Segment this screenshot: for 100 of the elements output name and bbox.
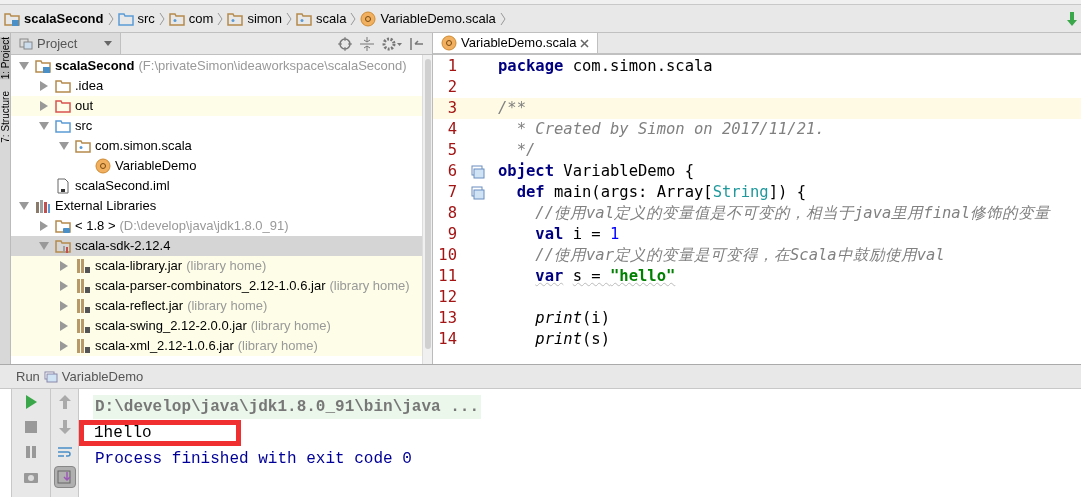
scrollbar-thumb[interactable]: [424, 59, 431, 349]
code-line: print(s): [534, 328, 610, 350]
tree-item-label: scala-parser-combinators_2.12-1.0.6.jar: [95, 277, 326, 296]
tree-item-hint: (F:\privateSimon\ideaworkspace\scalaSecond): [138, 57, 407, 76]
tree-item[interactable]: scala-xml_2.12-1.0.6.jar (library home): [11, 336, 422, 356]
jar-icon: [75, 258, 91, 274]
expand-arrow-icon[interactable]: [40, 221, 48, 231]
breadcrumb[interactable]: simon: [227, 8, 283, 29]
jar-icon: [75, 318, 91, 334]
chevron-icon: [286, 11, 293, 26]
expand-arrow-icon[interactable]: [40, 101, 48, 111]
run-config-icon: [43, 370, 58, 383]
tree-item[interactable]: scala-parser-combinators_2.12-1.0.6.jar (library home): [11, 276, 422, 296]
console-line: 1hello: [93, 423, 153, 444]
breadcrumb[interactable]: src: [117, 8, 155, 29]
line-number: 6: [446, 160, 457, 182]
line-number: 12: [437, 286, 457, 308]
code-line: //使用val定义的变量值是不可变的，相当于java里用final修饰的变量: [534, 202, 1050, 224]
line-number: 4: [446, 118, 457, 140]
tree-item[interactable]: scala-library.jar (library home): [11, 256, 422, 276]
code-line: //使用var定义的变量是可变得，在Scala中鼓励使用val: [534, 244, 945, 266]
tree-item[interactable]: out: [11, 96, 422, 116]
tree-item-hint: (D:\develop\java\jdk1.8.0_91): [119, 217, 289, 236]
line-number: 11: [437, 265, 457, 287]
collapse-arrow-icon[interactable]: [39, 122, 49, 130]
expand-arrow-icon[interactable]: [60, 321, 68, 331]
line-number: 13: [437, 307, 457, 329]
tree-item-label: scalaSecond.iml: [75, 177, 170, 196]
expand-arrow-icon[interactable]: [60, 341, 68, 351]
object-icon: [360, 10, 377, 27]
collapse-arrow-icon[interactable]: [59, 142, 69, 150]
code-line: val i = 1: [534, 223, 620, 245]
dropdown-caret-icon: [104, 41, 112, 46]
project-folder-icon: [4, 10, 20, 27]
library-folder-icon: [55, 238, 71, 254]
tree-item-label: < 1.8 >: [75, 217, 116, 236]
breadcrumb[interactable]: VariableDemo.scala: [360, 8, 496, 29]
side-tab[interactable]: 1: Project: [0, 37, 10, 80]
line-number: 8: [446, 202, 457, 224]
tree-item-label: External Libraries: [55, 197, 157, 216]
line-number: 10: [437, 244, 457, 266]
side-tab[interactable]: 7: Structure: [0, 91, 10, 143]
collapse-arrow-icon[interactable]: [19, 62, 29, 70]
code-line: package com.simon.scala: [498, 55, 713, 77]
jar-icon: [75, 338, 91, 354]
tree-item[interactable]: scala-reflect.jar (library home): [11, 296, 422, 316]
collapse-arrow-icon[interactable]: [39, 242, 49, 250]
breadcrumb[interactable]: com: [168, 8, 214, 29]
run-panel-label[interactable]: Run: [16, 366, 40, 387]
collapse-all-icon[interactable]: [360, 36, 374, 51]
tree-item-label: scala-swing_2.12-2.0.0.jar: [95, 317, 247, 336]
chevron-icon: [107, 11, 114, 26]
run-config-name[interactable]: VariableDemo: [61, 366, 144, 387]
project-folder-icon: [35, 58, 51, 74]
code-line: object VariableDemo {: [498, 160, 694, 182]
collapse-arrow-icon[interactable]: [19, 202, 29, 210]
code-line: /**: [498, 97, 526, 119]
tree-item-label: scalaSecond: [55, 57, 135, 76]
object-icon: [441, 35, 457, 51]
tree-item[interactable]: scala-swing_2.12-2.0.0.jar (library home): [11, 316, 422, 336]
tree-item-hint: (library home): [187, 297, 268, 316]
locate-icon[interactable]: [338, 36, 352, 51]
folder-icon: [117, 10, 134, 27]
expand-arrow-icon[interactable]: [60, 281, 68, 291]
tree-item-label: out: [75, 97, 94, 116]
code-line: */: [515, 139, 536, 161]
download-arrow-icon[interactable]: [1067, 11, 1077, 26]
tree-item-hint: (library home): [329, 277, 410, 296]
line-number: 5: [446, 139, 457, 161]
expand-arrow-icon[interactable]: [60, 301, 68, 311]
code-line: print(i): [534, 307, 610, 329]
chevron-icon: [158, 11, 165, 26]
package-folder-icon: [296, 10, 313, 27]
run-gutter-icon[interactable]: [470, 164, 485, 179]
expand-arrow-icon[interactable]: [60, 261, 68, 271]
tree-item-label: scala-library.jar: [95, 257, 183, 276]
jdk-folder-icon: [55, 218, 71, 234]
expand-arrow-icon[interactable]: [40, 81, 48, 91]
settings-icon[interactable]: [382, 36, 402, 51]
hide-panel-icon[interactable]: [410, 36, 424, 51]
run-gutter-icon[interactable]: [470, 185, 485, 200]
console-line: Process finished with exit code 0: [94, 449, 413, 470]
line-number: 9: [446, 223, 457, 245]
breadcrumb[interactable]: scala: [296, 8, 347, 29]
breadcrumb[interactable]: scalaSecond: [4, 8, 104, 29]
line-number: 1: [446, 55, 457, 77]
close-icon[interactable]: [580, 38, 590, 48]
line-number: 3: [446, 97, 457, 119]
scroll-to-end-icon[interactable]: [53, 466, 76, 488]
editor-tab[interactable]: VariableDemo.scala: [433, 33, 599, 53]
books-icon: [35, 198, 51, 214]
jar-icon: [75, 298, 91, 314]
tree-item-label: scala-sdk-2.12.4: [75, 237, 171, 256]
tree-item[interactable]: scala-sdk-2.12.4: [11, 236, 422, 256]
view-selector[interactable]: Project: [11, 33, 121, 54]
folder-icon: [55, 118, 71, 134]
tree-item-hint: (library home): [186, 257, 267, 276]
tree-item-label: scala-xml_2.12-1.0.6.jar: [95, 337, 234, 356]
line-number: 2: [446, 76, 457, 98]
package-folder-icon: [75, 138, 91, 154]
